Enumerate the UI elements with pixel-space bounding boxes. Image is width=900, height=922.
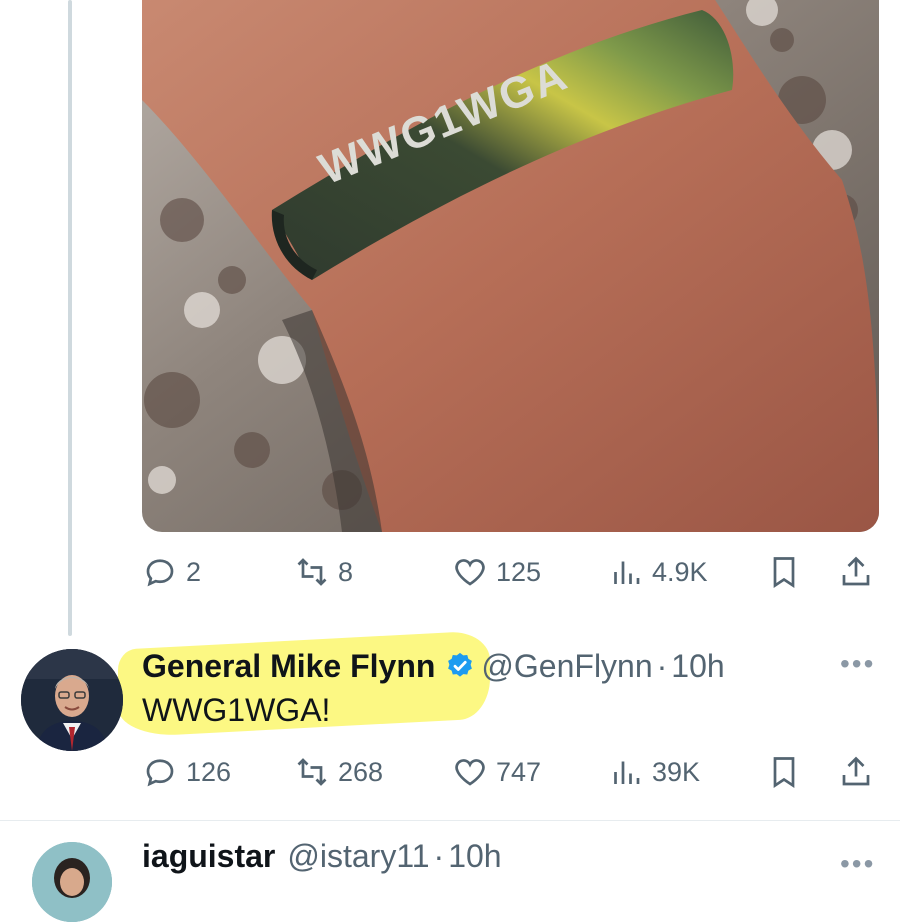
- reply-count: 2: [186, 557, 202, 587]
- views-count: 39K: [652, 757, 701, 787]
- views-button[interactable]: 4.9K: [608, 552, 708, 592]
- bookmark-button[interactable]: [766, 552, 802, 592]
- reply-tweet-header: General Mike Flynn @GenFlynn · 10h: [142, 646, 725, 686]
- repost-button[interactable]: 8: [294, 552, 353, 592]
- reply-count: 126: [186, 757, 232, 787]
- share-button[interactable]: [838, 752, 874, 792]
- like-count: 747: [496, 757, 542, 787]
- share-button[interactable]: [838, 552, 874, 592]
- bookmark-icon: [773, 757, 795, 789]
- repost-icon: [297, 758, 327, 786]
- like-icon: [455, 759, 485, 786]
- share-icon: [842, 756, 870, 786]
- share-icon: [842, 556, 870, 586]
- more-icon[interactable]: •••: [840, 848, 875, 880]
- reply-button[interactable]: 126: [142, 752, 231, 792]
- reply-icon: [146, 759, 174, 787]
- repost-count: 268: [338, 757, 384, 787]
- tweet-timestamp[interactable]: 10h: [671, 648, 724, 685]
- reply-tweet-actions: 126 268 747 39K: [142, 752, 882, 792]
- reply-icon: [146, 559, 174, 587]
- next-tweet-header: iaguistar @istary11 · 10h: [142, 838, 502, 875]
- avatar[interactable]: [32, 842, 112, 922]
- like-icon: [455, 559, 485, 586]
- avatar[interactable]: [21, 649, 123, 751]
- separator-dot: ·: [433, 838, 445, 874]
- thread-line: [68, 0, 72, 636]
- user-handle[interactable]: @GenFlynn: [481, 648, 652, 685]
- user-handle[interactable]: @istary11: [287, 838, 429, 875]
- repost-button[interactable]: 268: [294, 752, 383, 792]
- verified-badge-icon: [448, 652, 473, 677]
- bookmark-icon: [773, 557, 795, 589]
- bookmark-button[interactable]: [766, 752, 802, 792]
- more-icon[interactable]: •••: [840, 648, 875, 680]
- tweet-timestamp[interactable]: 10h: [448, 838, 501, 875]
- views-icon: [614, 561, 640, 584]
- like-button[interactable]: 125: [452, 552, 541, 592]
- tweet-text: WWG1WGA!: [142, 692, 331, 728]
- views-button[interactable]: 39K: [608, 752, 700, 792]
- separator-dot: ·: [656, 647, 668, 684]
- like-button[interactable]: 747: [452, 752, 541, 792]
- tweet-divider: [0, 820, 900, 821]
- repost-count: 8: [338, 557, 354, 587]
- display-name[interactable]: General Mike Flynn: [142, 648, 435, 685]
- like-count: 125: [496, 557, 542, 587]
- parent-tweet-actions: 2 8 125 4.9K: [142, 552, 882, 592]
- views-count: 4.9K: [652, 557, 708, 587]
- tweet-media-image[interactable]: WWG1WGA: [142, 0, 879, 532]
- views-icon: [614, 761, 640, 784]
- reply-button[interactable]: 2: [142, 552, 201, 592]
- repost-icon: [297, 558, 327, 586]
- display-name[interactable]: iaguistar: [142, 838, 275, 875]
